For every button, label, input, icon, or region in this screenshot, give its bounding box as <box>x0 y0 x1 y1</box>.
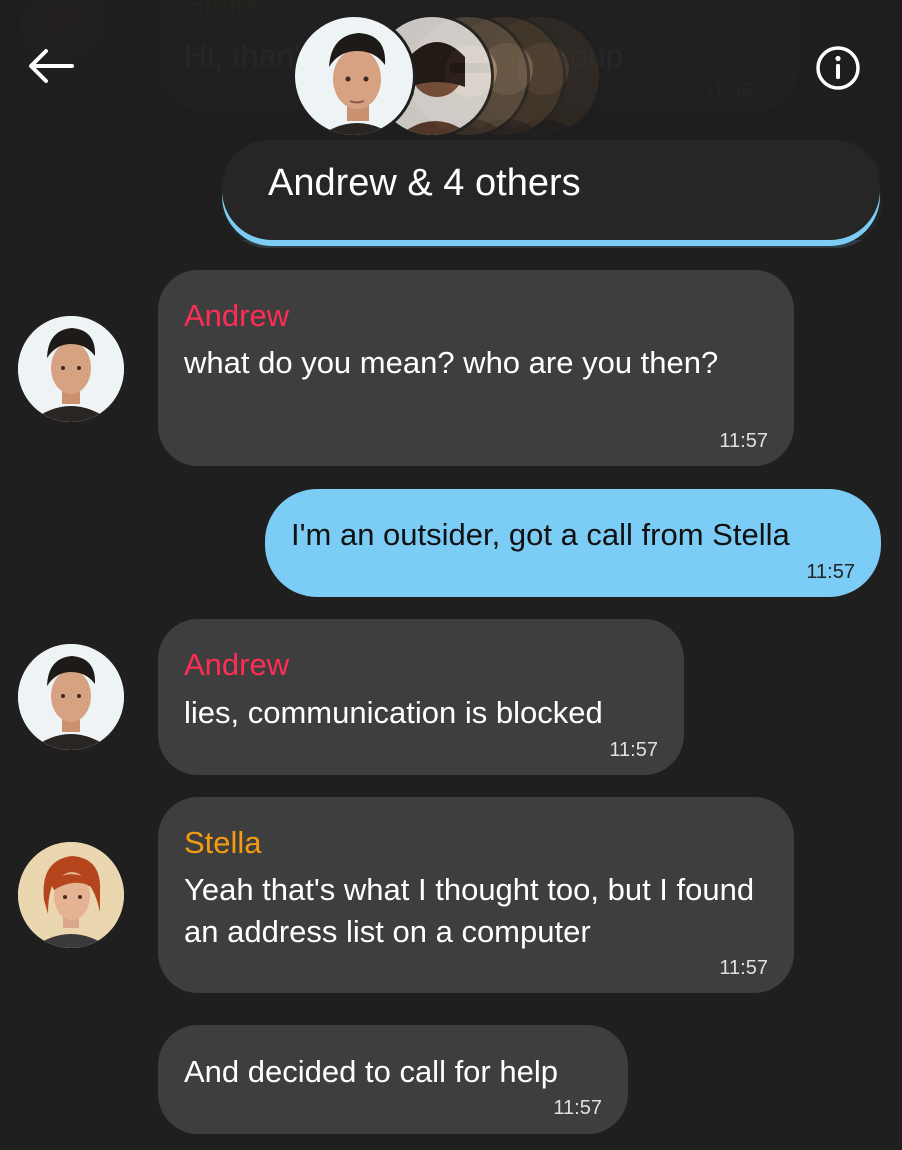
avatar-stella[interactable] <box>18 842 124 948</box>
message-time: 11:57 <box>719 957 768 979</box>
message-text: I'm an outsider, got a call from Stella <box>291 517 790 552</box>
message-time: 11:57 <box>609 739 658 761</box>
sender-name: Andrew <box>184 298 290 333</box>
chat-header: Andrew & 4 others <box>0 0 902 240</box>
sender-name: Andrew <box>184 647 290 682</box>
group-avatar-stack[interactable] <box>292 14 602 140</box>
message-time: 11:57 <box>806 561 855 583</box>
back-arrow-icon[interactable] <box>26 46 76 86</box>
message-text: And decided to call for help <box>184 1054 558 1089</box>
sender-name: Stella <box>184 825 262 860</box>
message-bubble-incoming[interactable]: And decided to call for help 11:57 <box>158 1025 628 1134</box>
message-bubble-incoming[interactable]: Andrew what do you mean? who are you the… <box>158 270 794 466</box>
message-bubble-incoming[interactable]: Stella Yeah that's what I thought too, b… <box>158 797 794 993</box>
message-text: Yeah that's what I thought too, but I fo… <box>184 872 755 949</box>
message-bubble-incoming[interactable]: Andrew lies, communication is blocked 11… <box>158 619 684 775</box>
message-time: 11:57 <box>719 430 768 452</box>
message-text: lies, communication is blocked <box>184 695 603 730</box>
group-title[interactable]: Andrew & 4 others <box>268 162 581 205</box>
message-bubble-outgoing[interactable]: I'm an outsider, got a call from Stella … <box>265 489 881 597</box>
member-avatar-andrew <box>292 14 416 138</box>
info-icon[interactable] <box>814 44 862 92</box>
message-text: what do you mean? who are you then? <box>184 345 719 380</box>
avatar-andrew[interactable] <box>18 316 124 422</box>
message-time: 11:57 <box>553 1097 602 1119</box>
avatar-andrew[interactable] <box>18 644 124 750</box>
